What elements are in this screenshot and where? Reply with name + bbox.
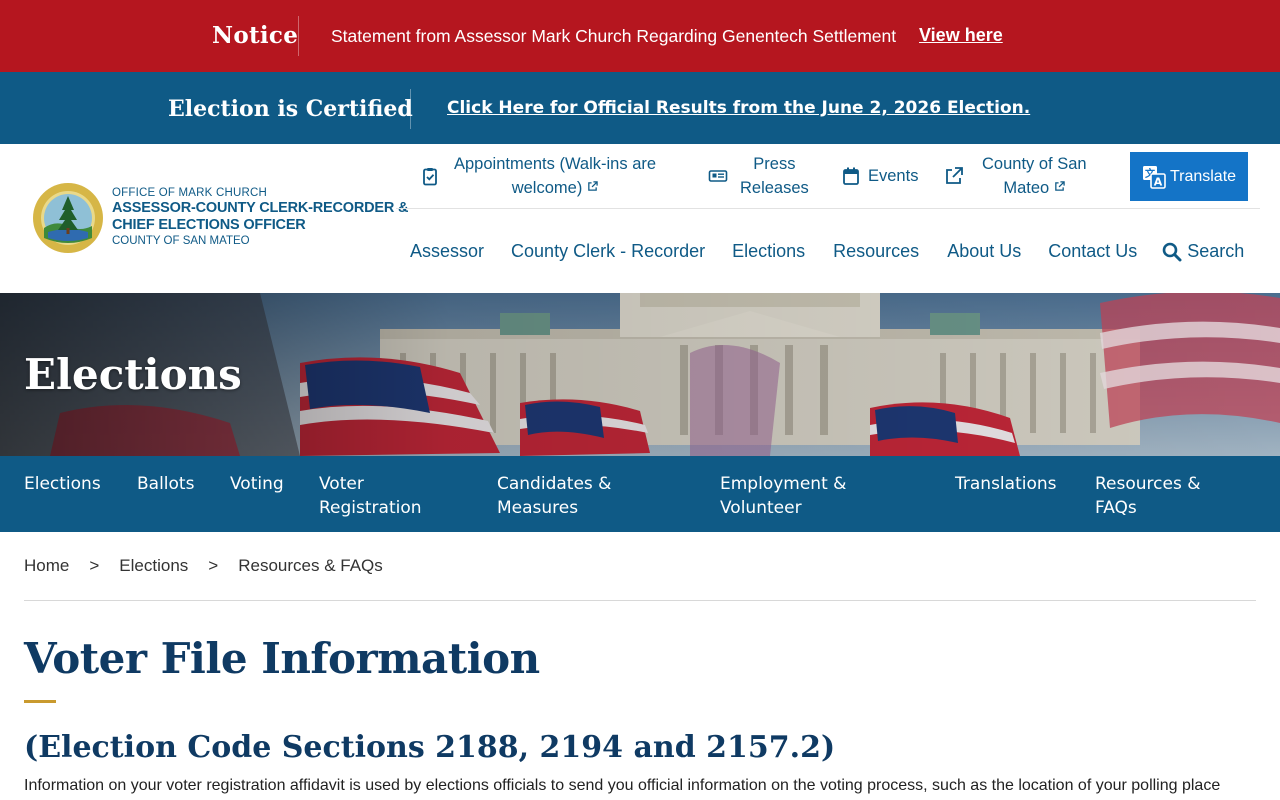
election-banner: Election is Certified Click Here for Off… [0,72,1280,144]
section-nav-voter-registration[interactable]: Voter Registration [319,472,422,520]
section-nav-elections[interactable]: Elections [24,472,101,496]
section-nav-voting[interactable]: Voting [230,472,284,496]
section-nav-resources-line1: Resources & [1095,474,1201,494]
logo-county-line: COUNTY OF SAN MATEO [112,235,250,247]
section-nav-resources-line2: FAQs [1095,498,1137,518]
press-label-line1: Press [753,155,796,173]
search-icon [1162,242,1182,261]
section-nav-translations[interactable]: Translations [955,472,1057,496]
page-title: Voter File Information [24,634,540,683]
breadcrumb: Home > Elections > Resources & FAQs [24,556,383,576]
section-nav-employment-volunteer[interactable]: Employment & Volunteer [720,472,846,520]
election-divider [410,89,411,129]
breadcrumb-divider [24,600,1256,601]
nav-resources[interactable]: Resources [833,241,919,262]
county-label-line2: Mateo [1003,179,1050,197]
section-nav-candidates-line2: Measures [497,498,579,518]
logo-office-line: OFFICE OF MARK CHURCH [112,187,267,199]
utility-press-releases-link[interactable]: Press Releases [708,152,809,200]
section-nav-translations-label: Translations [955,474,1057,494]
official-results-link[interactable]: Click Here for Official Results from the… [447,98,1030,118]
breadcrumb-current: Resources & FAQs [238,556,383,575]
newspaper-icon [708,170,728,182]
nav-search[interactable]: Search [1162,241,1244,262]
nav-elections[interactable]: Elections [732,241,805,262]
section-nav-voter-registration-line1: Voter [319,474,364,494]
section-nav-ballots-label: Ballots [137,474,195,494]
external-link-icon [946,167,963,184]
section-nav-employment-line2: Volunteer [720,498,802,518]
utility-divider [396,208,1260,209]
translate-icon: 文 A [1142,165,1166,189]
nav-about-us[interactable]: About Us [947,241,1021,262]
section-nav-candidates-measures[interactable]: Candidates & Measures [497,472,611,520]
section-nav-candidates-line1: Candidates & [497,474,612,494]
intro-paragraph: Information on your voter registration a… [24,777,1221,794]
external-link-icon [1055,181,1065,191]
hero-title: Elections [24,350,242,399]
notice-divider [298,16,299,56]
translate-button[interactable]: 文 A Translate [1130,152,1248,201]
utility-county-link[interactable]: County of San Mateo [944,152,1087,200]
nav-assessor[interactable]: Assessor [410,241,484,262]
section-nav-resources-faqs[interactable]: Resources & FAQs [1095,472,1200,520]
svg-text:A: A [1154,175,1163,188]
nav-county-clerk-recorder[interactable]: County Clerk - Recorder [511,241,705,262]
section-nav-elections-label: Elections [24,474,101,494]
office-logo-text[interactable]: OFFICE OF MARK CHURCH ASSESSOR-COUNTY CL… [112,187,408,248]
breadcrumb-home[interactable]: Home [24,556,69,576]
section-nav-employment-line1: Employment & [720,474,847,494]
notice-view-here-link[interactable]: View here [919,25,1003,46]
section-nav-voter-registration-line2: Registration [319,498,422,518]
breadcrumb-elections[interactable]: Elections [119,556,188,576]
search-label: Search [1187,241,1245,261]
events-label: Events [868,167,919,185]
breadcrumb-separator: > [208,556,219,575]
external-link-icon [588,181,599,191]
title-accent-rule [24,700,56,703]
page-subtitle: (Election Code Sections 2188, 2194 and 2… [24,730,836,765]
logo-title-line2: CHIEF ELECTIONS OFFICER [112,217,306,233]
main-nav: Assessor County Clerk - Recorder Electio… [410,241,1244,262]
county-seal-icon[interactable] [32,182,104,254]
appointments-label-line2: welcome) [511,179,583,197]
utility-appointments-link[interactable]: Appointments (Walk-ins are welcome) [420,152,656,200]
clipboard-check-icon [423,168,437,186]
election-certified-label: Election is Certified [168,96,413,122]
appointments-label-line1: Appointments (Walk-ins are [454,155,657,173]
county-label-line1: County of San [982,155,1087,173]
site-header: OFFICE OF MARK CHURCH ASSESSOR-COUNTY CL… [0,144,1280,293]
utility-events-link[interactable]: Events [841,152,918,200]
section-nav-ballots[interactable]: Ballots [137,472,194,496]
press-label-line2: Releases [740,179,809,197]
section-nav: Elections Ballots Voting Voter Registrat… [0,456,1280,532]
breadcrumb-separator: > [89,556,100,575]
notice-bar: Notice Statement from Assessor Mark Chur… [0,0,1280,72]
translate-label: Translate [1169,167,1237,185]
notice-label: Notice [212,22,299,49]
calendar-icon [843,167,859,185]
notice-text: Statement from Assessor Mark Church Rega… [331,26,897,46]
hero-banner: Elections [0,293,1280,456]
logo-title-line1: ASSESSOR-COUNTY CLERK-RECORDER & [112,200,409,216]
section-nav-voting-label: Voting [230,474,284,494]
nav-contact-us[interactable]: Contact Us [1048,241,1137,262]
